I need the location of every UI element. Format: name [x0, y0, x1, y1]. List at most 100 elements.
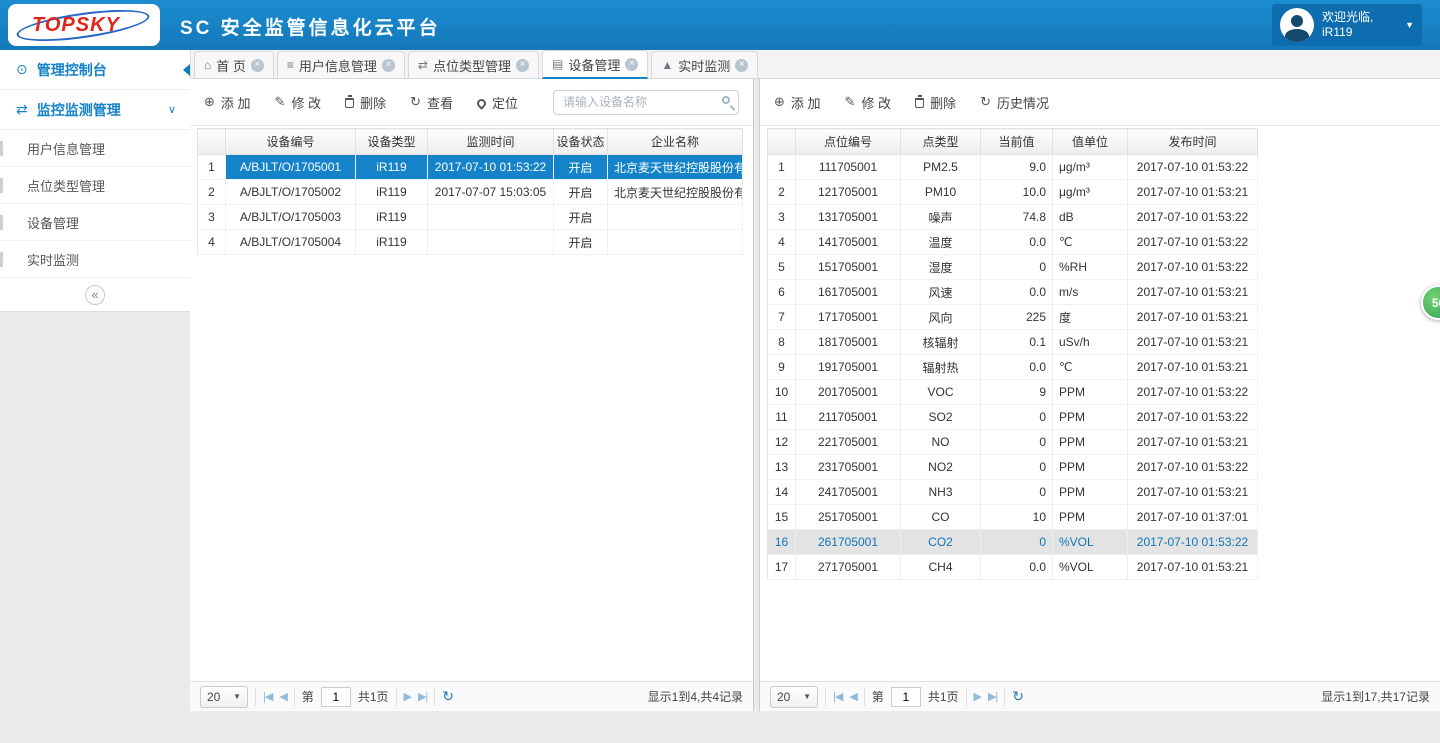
cell: 湿度 — [901, 255, 981, 280]
search-icon[interactable] — [722, 96, 730, 104]
edit-button[interactable]: ✎ 修 改 — [845, 93, 892, 112]
table-row[interactable]: 10201705001VOC9PPM2017-07-10 01:53:22 — [768, 380, 1258, 405]
table-row[interactable]: 17271705001CH40.0%VOL2017-07-10 01:53:21 — [768, 555, 1258, 580]
table-row[interactable]: 3A/BJLT/O/1705003iR119开启 — [198, 205, 743, 230]
next-page-button[interactable]: ▶ — [404, 690, 411, 703]
cell: A/BJLT/O/1705002 — [226, 180, 356, 205]
page-number-input[interactable] — [891, 687, 921, 707]
column-header[interactable]: 当前值 — [981, 129, 1053, 155]
first-page-button[interactable]: |◀ — [263, 690, 272, 703]
close-icon[interactable]: × — [735, 59, 748, 72]
table-row[interactable]: 1A/BJLT/O/1705001iR1192017-07-10 01:53:2… — [198, 155, 743, 180]
prev-page-button[interactable]: ◀ — [279, 690, 286, 703]
page-number-input[interactable] — [321, 687, 351, 707]
column-header[interactable]: 设备类型 — [356, 129, 428, 155]
row-number: 4 — [198, 230, 226, 255]
row-number: 14 — [768, 480, 796, 505]
next-page-button[interactable]: ▶ — [974, 690, 981, 703]
monitor-toolbar: ⊕ 添 加 ✎ 修 改 删除 ↻ 历史情况 — [760, 79, 1440, 126]
cell: 风速 — [901, 280, 981, 305]
column-header[interactable]: 发布时间 — [1128, 129, 1258, 155]
table-row[interactable]: 6161705001风速0.0m/s2017-07-10 01:53:21 — [768, 280, 1258, 305]
tab-device-management[interactable]: ▤ 设备管理 × — [542, 50, 648, 79]
last-page-button[interactable]: ▶| — [988, 690, 997, 703]
table-row[interactable]: 8181705001核辐射0.1uSv/h2017-07-10 01:53:21 — [768, 330, 1258, 355]
divider — [825, 688, 826, 706]
table-row[interactable]: 12221705001NO0PPM2017-07-10 01:53:21 — [768, 430, 1258, 455]
close-icon[interactable]: × — [516, 59, 529, 72]
column-header[interactable] — [198, 129, 226, 155]
table-row[interactable]: 1111705001PM2.59.0μg/m³2017-07-10 01:53:… — [768, 155, 1258, 180]
table-row[interactable]: 11211705001SO20PPM2017-07-10 01:53:22 — [768, 405, 1258, 430]
table-row[interactable]: 7171705001风向225度2017-07-10 01:53:21 — [768, 305, 1258, 330]
divider — [864, 688, 865, 706]
sidebar-collapse-button[interactable]: « — [85, 285, 105, 305]
table-row[interactable]: 13231705001NO20PPM2017-07-10 01:53:22 — [768, 455, 1258, 480]
sidebar-item-device[interactable]: 设备管理 — [0, 204, 190, 241]
tab-point-type-management[interactable]: ⇄ 点位类型管理 × — [408, 51, 539, 78]
table-row[interactable]: 16261705001CO20%VOL2017-07-10 01:53:22 — [768, 530, 1258, 555]
tab-label: 点位类型管理 — [433, 56, 511, 75]
column-header[interactable] — [768, 129, 796, 155]
page-title: SC 安全监管信息化云平台 — [180, 13, 441, 40]
cell: 221705001 — [796, 430, 901, 455]
device-toolbar: ⊕ 添 加 ✎ 修 改 删除 ↻ 查看 定位 — [190, 79, 753, 126]
column-header[interactable]: 设备状态 — [554, 129, 608, 155]
table-row[interactable]: 3131705001噪声74.8dB2017-07-10 01:53:22 — [768, 205, 1258, 230]
table-row[interactable]: 5151705001湿度0%RH2017-07-10 01:53:22 — [768, 255, 1258, 280]
column-header[interactable]: 监测时间 — [428, 129, 554, 155]
button-label: 添 加 — [221, 93, 251, 112]
close-icon[interactable]: × — [382, 59, 395, 72]
column-header[interactable]: 点类型 — [901, 129, 981, 155]
cell — [428, 205, 554, 230]
table-row[interactable]: 15251705001CO10PPM2017-07-10 01:37:01 — [768, 505, 1258, 530]
tab-home[interactable]: ⌂ 首 页 × — [194, 51, 274, 78]
divider — [294, 688, 295, 706]
sidebar-item-realtime[interactable]: 实时监测 — [0, 241, 190, 278]
delete-button[interactable]: 删除 — [915, 93, 956, 112]
user-menu[interactable]: 欢迎光临, iR119 ▼ — [1272, 4, 1422, 46]
add-button[interactable]: ⊕ 添 加 — [774, 93, 821, 112]
column-header[interactable]: 企业名称 — [608, 129, 743, 155]
table-row[interactable]: 4141705001温度0.0℃2017-07-10 01:53:22 — [768, 230, 1258, 255]
table-row[interactable]: 4A/BJLT/O/1705004iR119开启 — [198, 230, 743, 255]
home-icon: ⌂ — [204, 58, 211, 72]
refresh-icon[interactable]: ↻ — [1012, 688, 1024, 705]
cell: 2017-07-10 01:53:22 — [1128, 255, 1258, 280]
history-button[interactable]: ↻ 历史情况 — [980, 93, 1049, 112]
add-button[interactable]: ⊕ 添 加 — [204, 93, 251, 112]
first-page-button[interactable]: |◀ — [833, 690, 842, 703]
caret-down-icon[interactable]: ▼ — [1405, 20, 1414, 30]
tab-user-management[interactable]: ≡ 用户信息管理 × — [277, 51, 405, 78]
close-icon[interactable]: × — [251, 59, 264, 72]
table-row[interactable]: 2121705001PM1010.0μg/m³2017-07-10 01:53:… — [768, 180, 1258, 205]
table-row[interactable]: 2A/BJLT/O/1705002iR1192017-07-07 15:03:0… — [198, 180, 743, 205]
close-icon[interactable]: × — [625, 58, 638, 71]
table-row[interactable]: 9191705001辐射热0.0℃2017-07-10 01:53:21 — [768, 355, 1258, 380]
cell: NH3 — [901, 480, 981, 505]
cell: 2017-07-10 01:53:21 — [1128, 480, 1258, 505]
sidebar-item-user-info[interactable]: 用户信息管理 — [0, 130, 190, 167]
tab-realtime-monitor[interactable]: ▲ 实时监测 × — [651, 51, 758, 78]
button-label: 删除 — [930, 93, 956, 112]
column-header[interactable]: 值单位 — [1053, 129, 1128, 155]
edit-button[interactable]: ✎ 修 改 — [275, 93, 322, 112]
locate-button[interactable]: 定位 — [477, 93, 518, 112]
page-size-select[interactable]: 20 ▼ — [770, 686, 818, 708]
view-button[interactable]: ↻ 查看 — [410, 93, 453, 112]
button-label: 定位 — [492, 93, 518, 112]
tab-label: 设备管理 — [568, 55, 620, 74]
column-header[interactable]: 点位编号 — [796, 129, 901, 155]
sidebar-item-point-type[interactable]: 点位类型管理 — [0, 167, 190, 204]
page-size-select[interactable]: 20 ▼ — [200, 686, 248, 708]
column-header[interactable]: 设备编号 — [226, 129, 356, 155]
search-input[interactable] — [553, 90, 739, 115]
prev-page-button[interactable]: ◀ — [849, 690, 856, 703]
refresh-icon[interactable]: ↻ — [442, 688, 454, 705]
table-row[interactable]: 14241705001NH30PPM2017-07-10 01:53:21 — [768, 480, 1258, 505]
cell: 0.0 — [981, 355, 1053, 380]
sidebar-item-monitoring[interactable]: ⇄ 监控监测管理 ∨ — [0, 90, 190, 130]
delete-button[interactable]: 删除 — [345, 93, 386, 112]
last-page-button[interactable]: ▶| — [418, 690, 427, 703]
sidebar-item-dashboard[interactable]: ⊙ 管理控制台 — [0, 50, 190, 90]
